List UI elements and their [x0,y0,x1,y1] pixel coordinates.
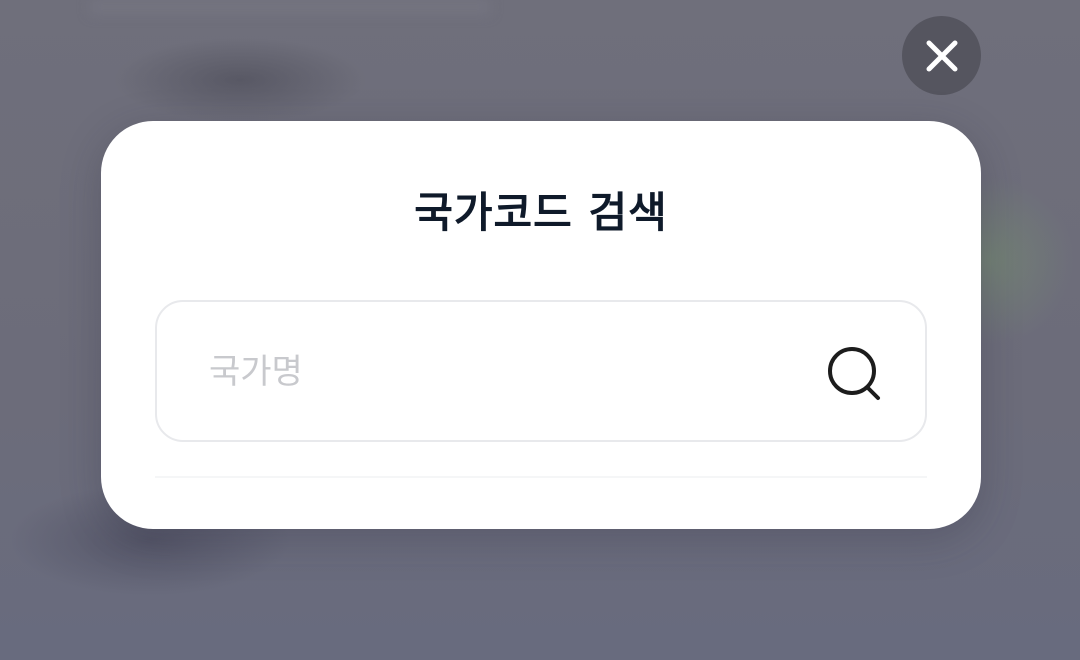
close-button[interactable] [902,16,981,95]
search-icon[interactable] [825,344,885,404]
search-input[interactable] [207,302,811,442]
background-content [90,0,490,14]
modal-title: 국가코드 검색 [414,188,668,237]
divider [155,476,927,478]
close-icon [926,40,957,71]
country-code-search-modal: 국가코드 검색 [101,121,981,529]
search-field[interactable] [155,300,927,442]
